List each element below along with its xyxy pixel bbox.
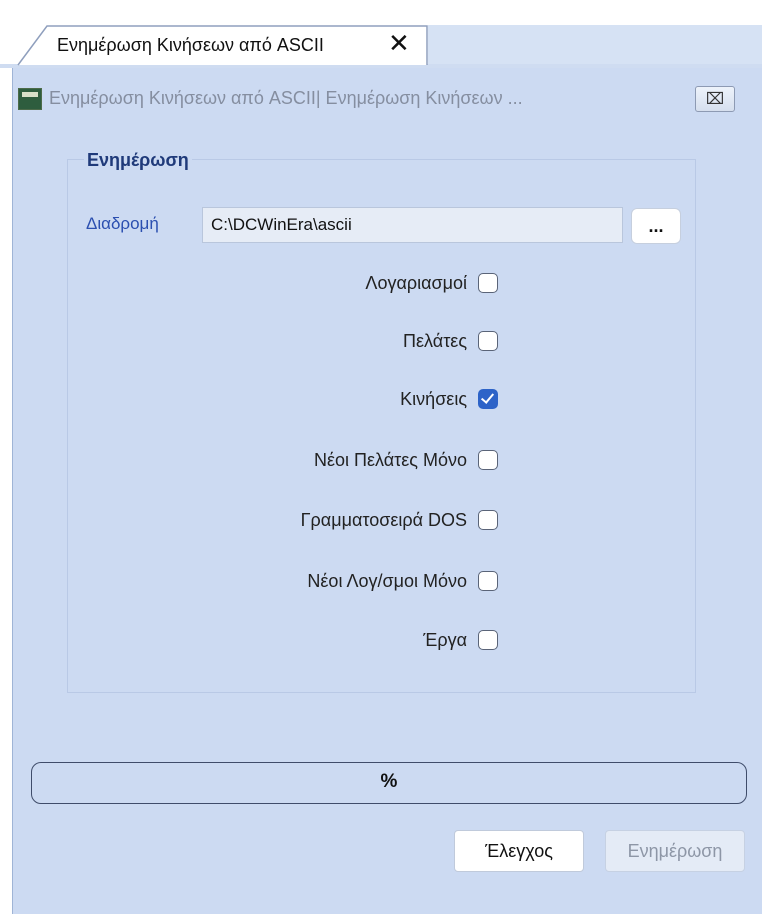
option-label: Νέοι Λογ/σμοι Μόνο [307,571,467,591]
option-label: Πελάτες [403,331,467,351]
app-icon [18,88,42,110]
option-row[interactable]: Νέοι Λογ/σμοι Μόνο [68,568,695,596]
option-label: Λογαριασμοί [365,273,467,293]
option-row[interactable]: Λογαριασμοί [68,270,695,298]
document-tab[interactable]: Ενημέρωση Κινήσεων από ASCII ✕ [17,25,428,66]
tab-label: Ενημέρωση Κινήσεων από ASCII [57,35,324,55]
dialog-window: Ενημέρωση Κινήσεων από ASCII| Ενημέρωση … [12,68,762,914]
browse-button[interactable]: ... [631,208,681,244]
option-checkbox[interactable] [478,389,498,409]
option-label: Γραμματοσειρά DOS [300,510,467,530]
update-groupbox: Ενημέρωση Διαδρομή ... Λογαριασμοί Πελάτε… [67,150,696,693]
progress-bar: % [31,762,747,804]
option-label: Έργα [423,630,467,650]
progress-text: % [380,771,398,792]
tab-strip-background [428,25,762,64]
window-close-button[interactable]: ⌧ [695,86,735,112]
update-button[interactable]: Ενημέρωση [605,830,745,872]
option-checkbox[interactable] [478,450,498,470]
path-label: Διαδρομή [86,214,159,233]
option-label: Νέοι Πελάτες Μόνο [313,450,467,470]
option-label: Κινήσεις [400,389,467,409]
option-checkbox[interactable] [478,510,498,530]
group-title: Ενημέρωση [84,150,192,171]
option-row[interactable]: Πελάτες [68,328,695,356]
option-checkbox[interactable] [478,571,498,591]
option-checkbox[interactable] [478,630,498,650]
window-titlebar: Ενημέρωση Κινήσεων από ASCII| Ενημέρωση … [13,76,762,116]
option-checkbox[interactable] [478,273,498,293]
path-input[interactable] [202,207,623,243]
tab-strip: Ενημέρωση Κινήσεων από ASCII ✕ [0,0,762,68]
option-row[interactable]: Κινήσεις [68,386,695,414]
option-row[interactable]: Γραμματοσειρά DOS [68,507,695,535]
tab-close-icon[interactable]: ✕ [388,30,410,58]
check-button[interactable]: Έλεγχος [454,830,584,872]
option-row[interactable]: Έργα [68,627,695,655]
option-row[interactable]: Νέοι Πελάτες Μόνο [68,447,695,475]
option-checkbox[interactable] [478,331,498,351]
window-title: Ενημέρωση Κινήσεων από ASCII| Ενημέρωση … [49,88,523,108]
